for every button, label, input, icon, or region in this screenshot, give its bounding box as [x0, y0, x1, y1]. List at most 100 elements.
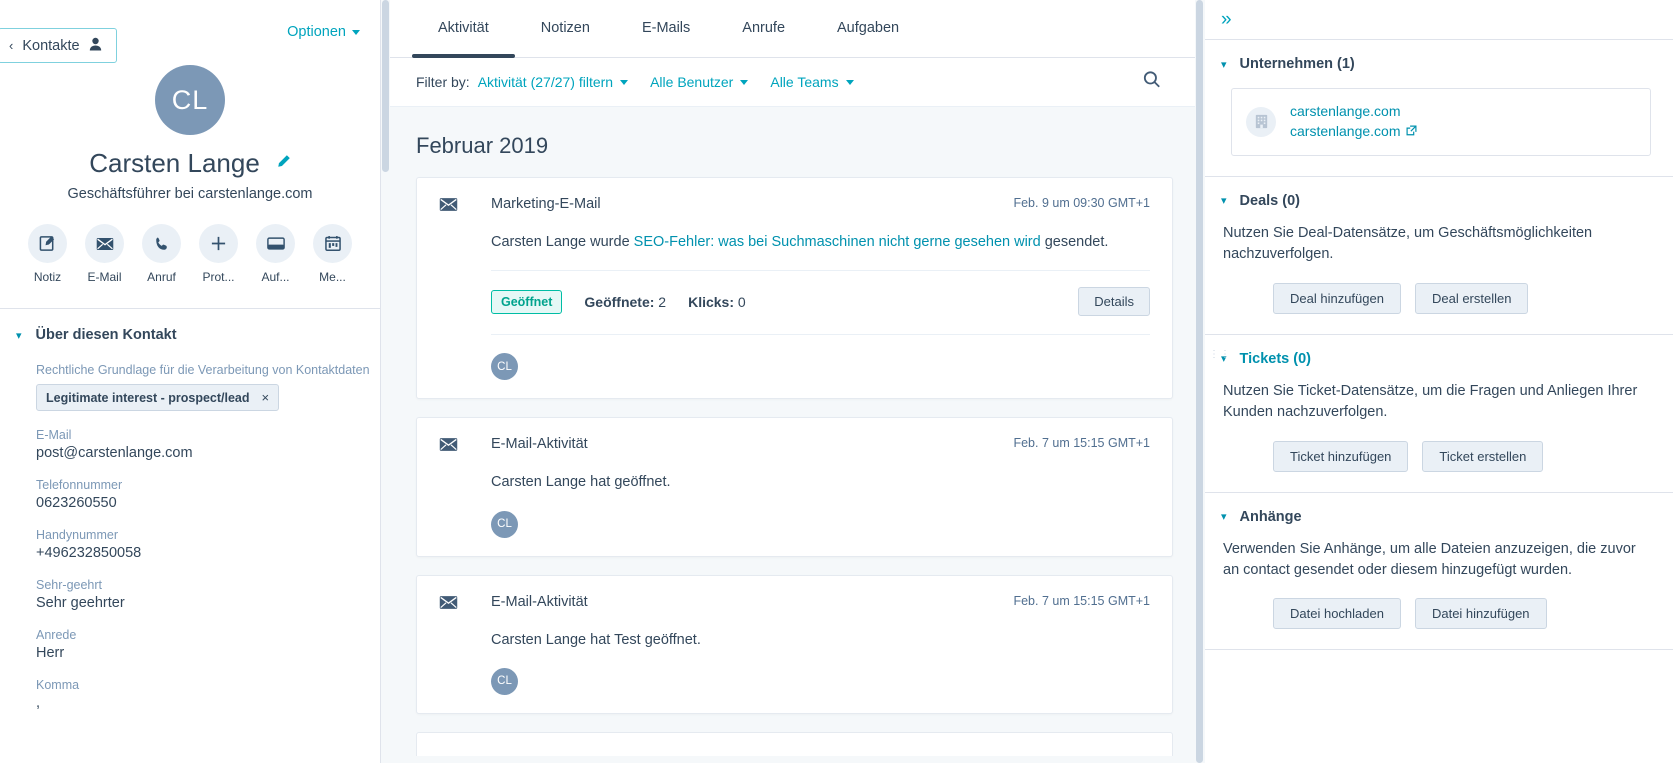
tab-emails[interactable]: E-Mails — [616, 0, 716, 58]
action-email[interactable]: E-Mail — [82, 224, 128, 284]
section-header[interactable]: ▾ Unternehmen (1) — [1221, 56, 1651, 72]
filter-bar: Filter by: Aktivität (27/27) filtern All… — [390, 58, 1195, 107]
property-phone: Telefonnummer 0623260550 — [36, 478, 380, 511]
envelope-icon — [439, 437, 461, 457]
avatar[interactable]: CL — [491, 667, 518, 695]
property-value[interactable]: 0623260550 — [36, 495, 380, 511]
company-domain-link[interactable]: carstenlange.com — [1290, 122, 1417, 142]
calendar-icon — [313, 224, 352, 263]
property-value[interactable]: Sehr geehrter — [36, 595, 380, 611]
contact-name-row: Carsten Lange — [0, 148, 380, 179]
action-notiz[interactable]: Notiz — [25, 224, 71, 284]
chevron-down-icon — [352, 29, 360, 35]
company-domain-text: carstenlange.com — [1290, 122, 1401, 139]
section-unternehmen: ▾ Unternehmen (1) carstenlange.com carst… — [1205, 40, 1673, 177]
section-anhaenge: ▾ Anhänge Verwenden Sie Anhänge, um alle… — [1205, 493, 1673, 651]
legal-basis-chip[interactable]: Legitimate interest - prospect/lead × — [36, 384, 280, 411]
metric-clicks: Klicks: 0 — [688, 294, 746, 310]
section-title: Tickets (0) — [1239, 350, 1311, 367]
filter-activity-dropdown[interactable]: Aktivität (27/27) filtern — [478, 74, 629, 90]
section-header[interactable]: ⋮⋮ ▾ Tickets (0) — [1209, 349, 1651, 367]
chevron-down-icon: ▾ — [16, 329, 22, 342]
tab-anrufe[interactable]: Anrufe — [716, 0, 811, 58]
drag-handle-icon[interactable]: ⋮⋮ — [1209, 349, 1231, 359]
property-mobile: Handynummer +496232850058 — [36, 528, 380, 561]
action-task[interactable]: Auf... — [253, 224, 299, 284]
add-ticket-button[interactable]: Ticket hinzufügen — [1273, 440, 1409, 472]
card-body-suffix: gesendet. — [1040, 234, 1109, 250]
contact-record-page: ‹ Kontakte Optionen CL Carsten Lange Ges… — [0, 0, 1673, 763]
avatar[interactable]: CL — [491, 353, 518, 381]
upload-file-button[interactable]: Datei hochladen — [1273, 598, 1401, 630]
add-deal-button[interactable]: Deal hinzufügen — [1273, 282, 1401, 314]
email-subject-link[interactable]: SEO-Fehler: was bei Suchmaschinen nicht … — [634, 234, 1041, 250]
chevron-down-icon: ▾ — [1221, 58, 1227, 71]
note-icon — [28, 224, 67, 263]
action-log[interactable]: Prot... — [196, 224, 242, 284]
create-ticket-button[interactable]: Ticket erstellen — [1422, 440, 1544, 472]
filter-users-dropdown[interactable]: Alle Benutzer — [650, 74, 749, 90]
center-scrollbar[interactable] — [381, 0, 390, 763]
section-title: Anhänge — [1239, 508, 1302, 525]
section-deals: ▾ Deals (0) Nutzen Sie Deal-Datensätze, … — [1205, 177, 1673, 335]
metric-clicks-value: 0 — [737, 293, 746, 310]
property-value[interactable]: +496232850058 — [36, 545, 380, 561]
create-deal-button[interactable]: Deal erstellen — [1414, 282, 1529, 314]
chevron-down-icon: ▾ — [1221, 511, 1227, 524]
right-scrollbar-thumb[interactable] — [1196, 0, 1203, 763]
options-dropdown[interactable]: Optionen — [287, 24, 360, 40]
person-icon — [89, 37, 102, 54]
section-buttons: Deal hinzufügen Deal erstellen — [1221, 282, 1651, 314]
timeline-month-heading: Februar 2019 — [416, 133, 549, 158]
property-salutation-long: Sehr-geehrt Sehr geehrter — [36, 578, 380, 611]
timeline-card-marketing-email[interactable]: Marketing-E-Mail Feb. 9 um 09:30 GMT+1 C… — [416, 177, 1173, 400]
action-meeting[interactable]: Me... — [310, 224, 356, 284]
pencil-icon[interactable] — [276, 154, 291, 174]
company-name-link[interactable]: carstenlange.com — [1290, 102, 1417, 122]
tab-aktivitaet[interactable]: Aktivität — [412, 0, 515, 58]
close-icon[interactable]: × — [262, 390, 270, 405]
section-description: Nutzen Sie Deal-Datensätze, um Geschäfts… — [1223, 224, 1593, 263]
card-timestamp: Feb. 9 um 09:30 GMT+1 — [1013, 196, 1150, 210]
status-badge: Geöffnet — [491, 289, 563, 314]
external-link-icon — [1406, 122, 1417, 142]
add-file-button[interactable]: Datei hinzufügen — [1414, 598, 1547, 630]
section-description: Nutzen Sie Ticket-Datensätze, um die Fra… — [1223, 382, 1638, 421]
property-legal-basis: Rechtliche Grundlage für die Verarbeitun… — [36, 363, 380, 411]
timeline-card-email-activity-1[interactable]: E-Mail-Aktivität Feb. 7 um 15:15 GMT+1 C… — [416, 417, 1173, 557]
envelope-icon — [439, 595, 461, 615]
double-chevron-right-icon[interactable]: » — [1221, 10, 1232, 29]
property-value[interactable]: Herr — [36, 645, 380, 661]
timeline-card-next-partial[interactable] — [416, 731, 1173, 756]
about-section-header[interactable]: ▾ Über diesen Kontakt — [0, 309, 380, 343]
right-scrollbar[interactable] — [1195, 0, 1205, 763]
options-label: Optionen — [287, 24, 346, 40]
phone-icon — [142, 224, 181, 263]
section-header[interactable]: ▾ Deals (0) — [1221, 193, 1651, 209]
card-body: Carsten Lange wurde SEO-Fehler: was bei … — [491, 232, 1150, 252]
tab-aufgaben[interactable]: Aufgaben — [811, 0, 925, 58]
center-scrollbar-thumb[interactable] — [382, 0, 389, 172]
company-card[interactable]: carstenlange.com carstenlange.com — [1231, 88, 1651, 156]
tab-notizen[interactable]: Notizen — [515, 0, 616, 58]
right-sidebar-header: » — [1205, 0, 1673, 40]
metric-opens-value: 2 — [658, 293, 667, 310]
card-title: E-Mail-Aktivität — [491, 436, 588, 453]
property-label: Anrede — [36, 628, 77, 642]
property-value[interactable]: post@carstenlange.com — [36, 445, 380, 461]
section-header[interactable]: ▾ Anhänge — [1221, 509, 1651, 525]
metric-opens: Geöffnete: 2 — [584, 294, 666, 310]
property-value[interactable]: , — [36, 695, 380, 711]
filter-teams-dropdown[interactable]: Alle Teams — [770, 74, 854, 90]
card-title: Marketing-E-Mail — [491, 196, 601, 212]
details-button[interactable]: Details — [1078, 287, 1150, 317]
back-to-contacts-button[interactable]: ‹ Kontakte — [0, 28, 117, 63]
action-label: Notiz — [33, 270, 62, 284]
timeline-card-email-activity-2[interactable]: E-Mail-Aktivität Feb. 7 um 15:15 GMT+1 C… — [416, 574, 1173, 714]
chevron-left-icon: ‹ — [9, 38, 14, 53]
search-icon[interactable] — [1143, 71, 1161, 94]
section-tickets: ⋮⋮ ▾ Tickets (0) Nutzen Sie Ticket-Daten… — [1205, 335, 1673, 493]
activity-tabs: Aktivität Notizen E-Mails Anrufe Aufgabe… — [390, 0, 1195, 58]
avatar[interactable]: CL — [491, 510, 518, 538]
action-call[interactable]: Anruf — [139, 224, 185, 284]
